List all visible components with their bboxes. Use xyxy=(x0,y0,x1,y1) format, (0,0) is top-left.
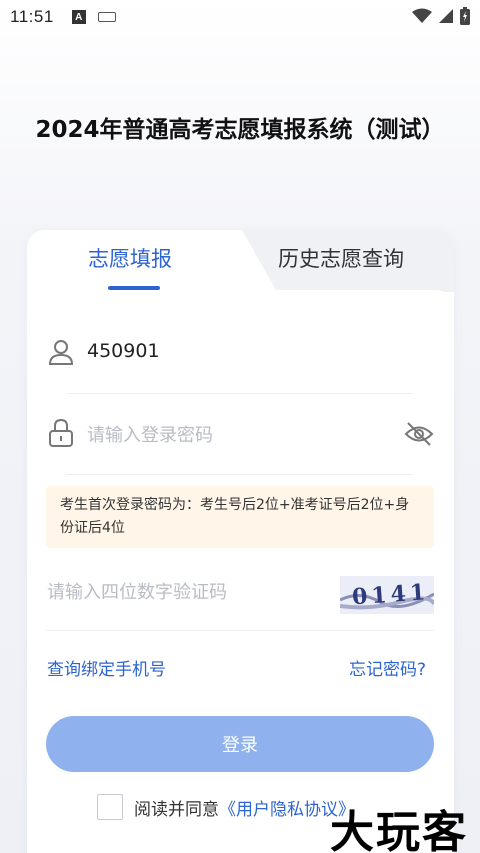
active-tab-indicator xyxy=(108,286,160,290)
password-notice: 考生首次登录密码为：考生号后2位+准考证号后2位+身份证后4位 xyxy=(46,486,434,548)
eye-off-icon[interactable] xyxy=(404,421,434,447)
status-icons xyxy=(412,7,470,25)
tab-volunteer-filling[interactable]: 志愿填报 xyxy=(88,243,172,275)
watermark-logo: 大玩客 xyxy=(330,807,468,853)
bind-phone-link[interactable]: 查询绑定手机号 xyxy=(47,655,166,680)
captcha-field[interactable]: 请输入四位数字验证码 xyxy=(47,578,227,604)
captcha-divider xyxy=(46,630,434,631)
status-bar: 11:51 A xyxy=(0,0,480,34)
page-title: 2024年普通高考志愿填报系统（测试） xyxy=(35,117,445,143)
lock-icon xyxy=(49,418,73,447)
battery-icon xyxy=(460,7,470,25)
user-icon xyxy=(48,340,74,365)
password-divider xyxy=(66,474,413,475)
username-divider xyxy=(66,393,413,394)
login-button[interactable]: 登录 xyxy=(46,716,434,772)
username-field[interactable]: 450901 xyxy=(87,340,160,362)
signal-icon xyxy=(439,9,453,23)
captcha-image[interactable]: 0141 xyxy=(339,576,436,614)
agreement-row: 阅读并同意 《用户隐私协议》 xyxy=(97,794,355,820)
password-field[interactable]: 请输入登录密码 xyxy=(87,421,213,447)
agreement-text: 阅读并同意 xyxy=(134,799,219,820)
keyboard-icon xyxy=(97,12,116,22)
tab-history-query[interactable]: 历史志愿查询 xyxy=(278,243,404,275)
agree-checkbox[interactable] xyxy=(97,794,123,820)
status-time: 11:51 xyxy=(10,7,54,26)
wifi-icon xyxy=(412,8,432,23)
input-method-icon: A xyxy=(71,10,86,24)
captcha-code: 0141 xyxy=(351,579,430,610)
forgot-password-link[interactable]: 忘记密码? xyxy=(349,655,426,680)
